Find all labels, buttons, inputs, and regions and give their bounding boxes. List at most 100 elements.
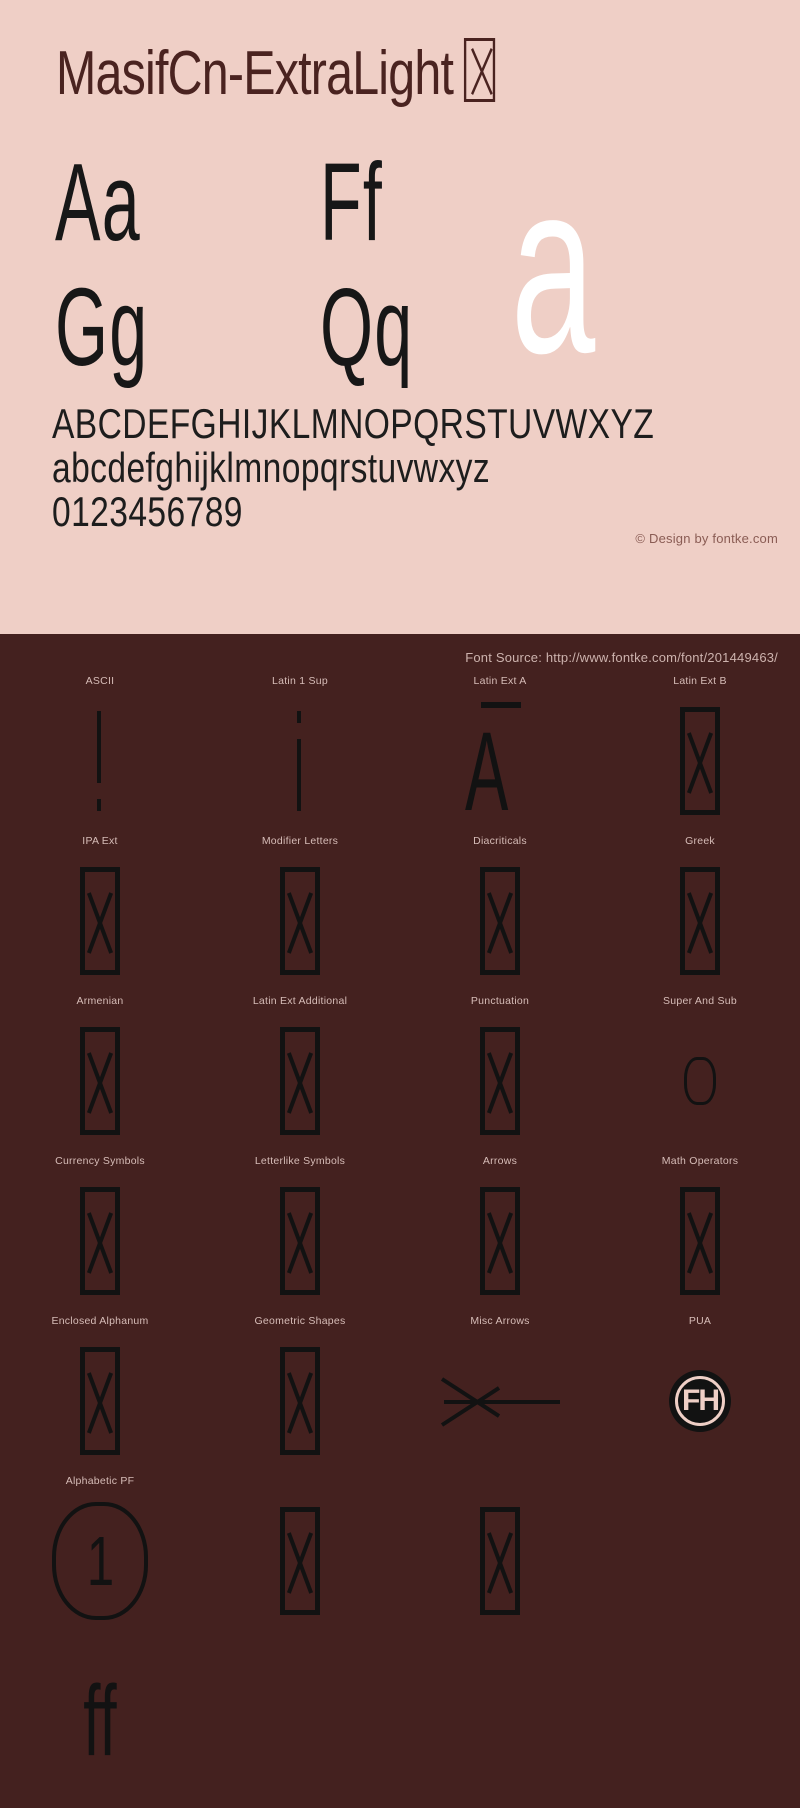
- notdef-box-icon: [280, 1507, 320, 1615]
- block-sample: [200, 1172, 400, 1310]
- block-sample: [400, 1012, 600, 1150]
- exclamation-glyph: [97, 711, 103, 811]
- unicode-block-cell: [200, 1630, 400, 1790]
- specimen-panel: MasifCn-ExtraLight a Aa Ff Gg Qq ABCDEFG…: [0, 0, 800, 634]
- font-source-link[interactable]: Font Source: http://www.fontke.com/font/…: [465, 650, 778, 665]
- block-sample: [200, 1332, 400, 1470]
- unicode-block-label: ASCII: [85, 675, 115, 687]
- left-arrow-icon: [440, 1359, 560, 1443]
- unicode-block-label: Math Operators: [661, 1155, 739, 1167]
- block-sample: [600, 1492, 800, 1630]
- block-sample: [600, 692, 800, 830]
- unicode-block-cell: Diacriticals: [400, 830, 600, 990]
- block-sample: [600, 852, 800, 990]
- notdef-box-icon: [480, 1507, 520, 1615]
- block-sample: [200, 692, 400, 830]
- unicode-block-label: Punctuation: [470, 995, 530, 1007]
- unicode-block-cell: Latin Ext B: [600, 670, 800, 830]
- block-sample: [600, 1012, 800, 1150]
- unicode-block-label: Letterlike Symbols: [254, 1155, 346, 1167]
- alphabet-lowercase: abcdefghijklmnopqrstuvwxyz: [52, 444, 491, 491]
- unicode-blocks-panel: Font Source: http://www.fontke.com/font/…: [0, 634, 800, 1808]
- unicode-block-cell: Super And Sub: [600, 990, 800, 1150]
- notdef-box-icon: [80, 1187, 120, 1295]
- unicode-block-cell: [200, 1470, 400, 1630]
- unicode-block-label: IPA Ext: [82, 835, 118, 847]
- notdef-box-icon: [80, 1347, 120, 1455]
- unicode-block-label: Latin Ext A: [473, 675, 527, 687]
- block-sample: [200, 852, 400, 990]
- block-sample: 1: [0, 1492, 200, 1630]
- unicode-block-cell: Latin Ext Additional: [200, 990, 400, 1150]
- glyph-pair-grid: Aa Ff Gg Qq: [50, 138, 470, 388]
- notdef-box-icon: [680, 1187, 720, 1295]
- glyph-pair-qq: Qq: [320, 266, 414, 389]
- block-sample: [200, 1652, 400, 1790]
- alphabet-uppercase: ABCDEFGHIJKLMNOPQRSTUVWXYZ: [52, 400, 655, 447]
- notdef-box-icon: [280, 867, 320, 975]
- notdef-box-icon: [680, 707, 720, 815]
- unicode-block-cell: Armenian: [0, 990, 200, 1150]
- circled-one-glyph: 1: [52, 1502, 148, 1620]
- unicode-block-label: Currency Symbols: [55, 1155, 145, 1167]
- unicode-block-cell: Currency Symbols: [0, 1150, 200, 1310]
- inverted-exclamation-glyph: [297, 711, 303, 811]
- notdef-box-icon: [480, 1187, 520, 1295]
- unicode-block-cell: Punctuation: [400, 990, 600, 1150]
- alphabet-digits: 0123456789: [52, 488, 243, 535]
- unicode-block-cell: ASCII: [0, 670, 200, 830]
- block-sample: [0, 1172, 200, 1310]
- unicode-block-cell: Letterlike Symbols: [200, 1150, 400, 1310]
- unicode-block-grid: ASCII Latin 1 Sup Latin Ext A A Latin Ext B I…: [0, 670, 800, 1790]
- block-sample: [0, 1332, 200, 1470]
- unicode-block-label: Modifier Letters: [261, 835, 339, 847]
- unicode-block-cell: ff: [0, 1630, 200, 1790]
- pua-logo-icon: FH: [669, 1370, 731, 1432]
- unicode-block-cell: Latin Ext A A: [400, 670, 600, 830]
- notdef-box-icon: [680, 867, 720, 975]
- notdef-box-icon: [280, 1347, 320, 1455]
- glyph-pair-ff: Ff: [320, 141, 384, 264]
- ff-ligature-glyph: ff: [83, 1665, 117, 1777]
- unicode-block-cell: Alphabetic PF 1: [0, 1470, 200, 1630]
- unicode-block-cell: [600, 1470, 800, 1630]
- superscript-o-glyph: [684, 1057, 716, 1105]
- notdef-box-icon: [280, 1027, 320, 1135]
- unicode-block-cell: Arrows: [400, 1150, 600, 1310]
- block-sample: A: [400, 692, 600, 830]
- notdef-box-icon: [464, 38, 496, 102]
- glyph-pair-gg: Gg: [55, 266, 149, 389]
- block-sample: [0, 852, 200, 990]
- unicode-block-cell: Modifier Letters: [200, 830, 400, 990]
- block-sample: [400, 1652, 600, 1790]
- unicode-block-cell: Misc Arrows: [400, 1310, 600, 1470]
- unicode-block-cell: Geometric Shapes: [200, 1310, 400, 1470]
- unicode-block-label: Latin Ext B: [673, 675, 727, 687]
- font-title: MasifCn-ExtraLight: [56, 38, 496, 108]
- unicode-block-label: Misc Arrows: [470, 1315, 530, 1327]
- unicode-block-cell: PUA FH: [600, 1310, 800, 1470]
- block-sample: [400, 852, 600, 990]
- font-specimen-page: MasifCn-ExtraLight a Aa Ff Gg Qq ABCDEFG…: [0, 0, 800, 1808]
- unicode-block-label: Latin 1 Sup: [272, 675, 328, 687]
- font-title-text: MasifCn-ExtraLight: [56, 39, 454, 108]
- notdef-box-icon: [80, 1027, 120, 1135]
- unicode-block-cell: Greek: [600, 830, 800, 990]
- block-sample: [200, 1012, 400, 1150]
- unicode-block-cell: Latin 1 Sup: [200, 670, 400, 830]
- watermark-glyph: a: [510, 130, 595, 404]
- unicode-block-cell: [600, 1630, 800, 1790]
- unicode-block-label: Latin Ext Additional: [252, 995, 348, 1007]
- block-sample: [400, 1172, 600, 1310]
- block-sample: [0, 1012, 200, 1150]
- unicode-block-cell: Math Operators: [600, 1150, 800, 1310]
- block-sample: FH: [600, 1332, 800, 1470]
- glyph-pair-aa: Aa: [55, 141, 141, 264]
- a-macron-glyph: A: [465, 702, 535, 828]
- unicode-block-label: Diacriticals: [473, 835, 527, 847]
- notdef-box-icon: [280, 1187, 320, 1295]
- block-sample: [0, 692, 200, 830]
- unicode-block-label: Enclosed Alphanum: [51, 1315, 149, 1327]
- block-sample: [600, 1172, 800, 1310]
- unicode-block-label: Armenian: [76, 995, 124, 1007]
